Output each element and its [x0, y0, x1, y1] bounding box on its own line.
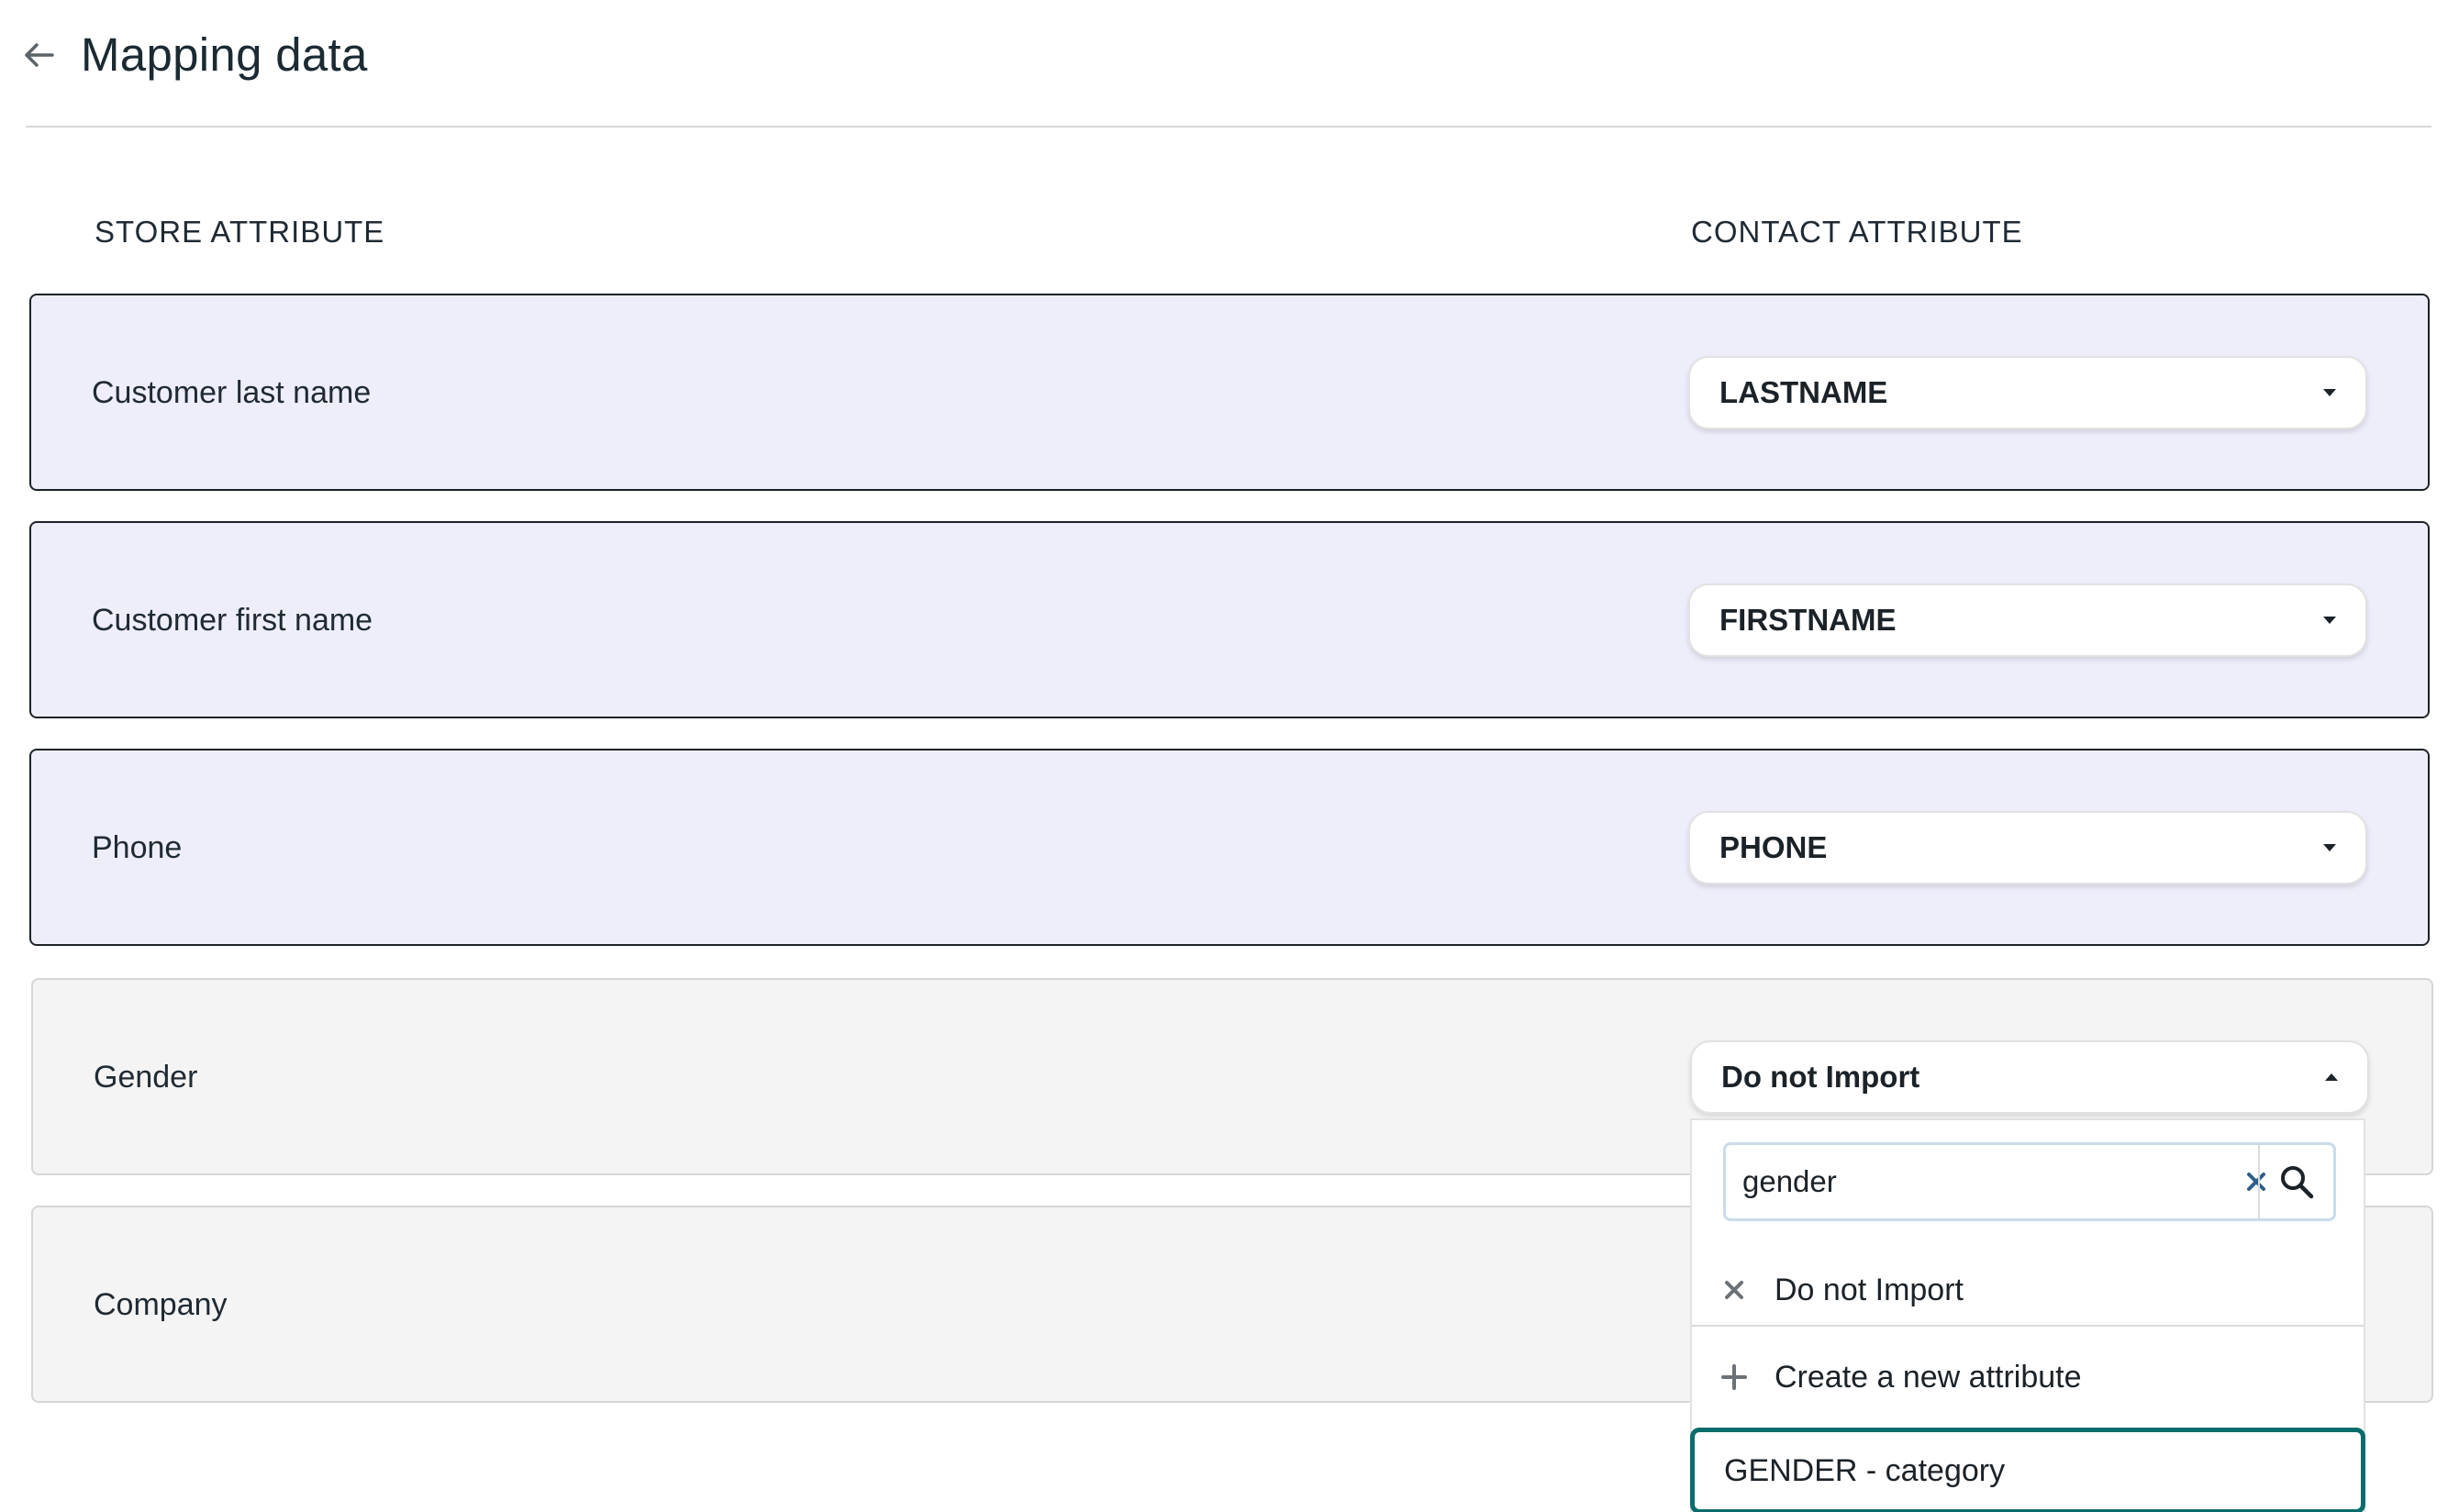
close-icon [1719, 1275, 1749, 1305]
mapping-row: Customer last name LASTNAME [29, 294, 2430, 491]
option-gender-category[interactable]: GENDER - category [1690, 1428, 2365, 1512]
select-value: Do not Import [1721, 1059, 1920, 1094]
search-icon [2281, 1166, 2314, 1199]
select-value: LASTNAME [1719, 374, 1888, 409]
caret-down-icon [2323, 616, 2336, 624]
page-header: Mapping data [0, 0, 2459, 128]
caret-up-icon [2325, 1073, 2338, 1081]
header-divider [26, 126, 2431, 128]
mapping-row: Phone PHONE [29, 749, 2430, 946]
contact-attribute-select[interactable]: PHONE [1688, 810, 2367, 884]
arrow-left-icon [25, 43, 54, 67]
search-button[interactable] [2258, 1145, 2333, 1218]
contact-attribute-select[interactable]: LASTNAME [1688, 355, 2367, 429]
dropdown-search-input[interactable] [1726, 1145, 2203, 1218]
contact-attribute-select[interactable]: FIRSTNAME [1688, 583, 2367, 657]
store-attribute-label: Gender [94, 1059, 198, 1095]
option-create-new-attribute[interactable]: Create a new attribute [1692, 1327, 2364, 1428]
option-label: Do not Import [1775, 1273, 1964, 1307]
plus-icon [1719, 1362, 1749, 1392]
caret-down-icon [2323, 388, 2336, 396]
option-label: GENDER - category [1724, 1453, 2006, 1488]
store-attribute-label: Phone [92, 829, 183, 865]
select-value: PHONE [1719, 829, 1828, 864]
dropdown-search [1723, 1142, 2336, 1221]
back-button[interactable] [20, 35, 57, 75]
mapping-row: Customer first name FIRSTNAME [29, 521, 2430, 718]
store-attribute-column-header: STORE ATTRIBUTE [95, 215, 385, 249]
page-title: Mapping data [81, 28, 368, 81]
option-label: Create a new attribute [1775, 1360, 2082, 1395]
contact-attribute-column-header: CONTACT ATTRIBUTE [1691, 215, 2023, 249]
page: Mapping data STORE ATTRIBUTE CONTACT ATT… [0, 0, 2459, 1512]
attribute-dropdown-panel: Do not Import Create a new attribute GEN… [1690, 1118, 2365, 1512]
select-value: FIRSTNAME [1719, 602, 1897, 637]
store-attribute-label: Customer last name [92, 374, 372, 410]
store-attribute-label: Customer first name [92, 602, 373, 638]
caret-down-icon [2323, 843, 2336, 851]
store-attribute-label: Company [94, 1286, 228, 1322]
contact-attribute-select[interactable]: Do not Import [1690, 1040, 2369, 1114]
